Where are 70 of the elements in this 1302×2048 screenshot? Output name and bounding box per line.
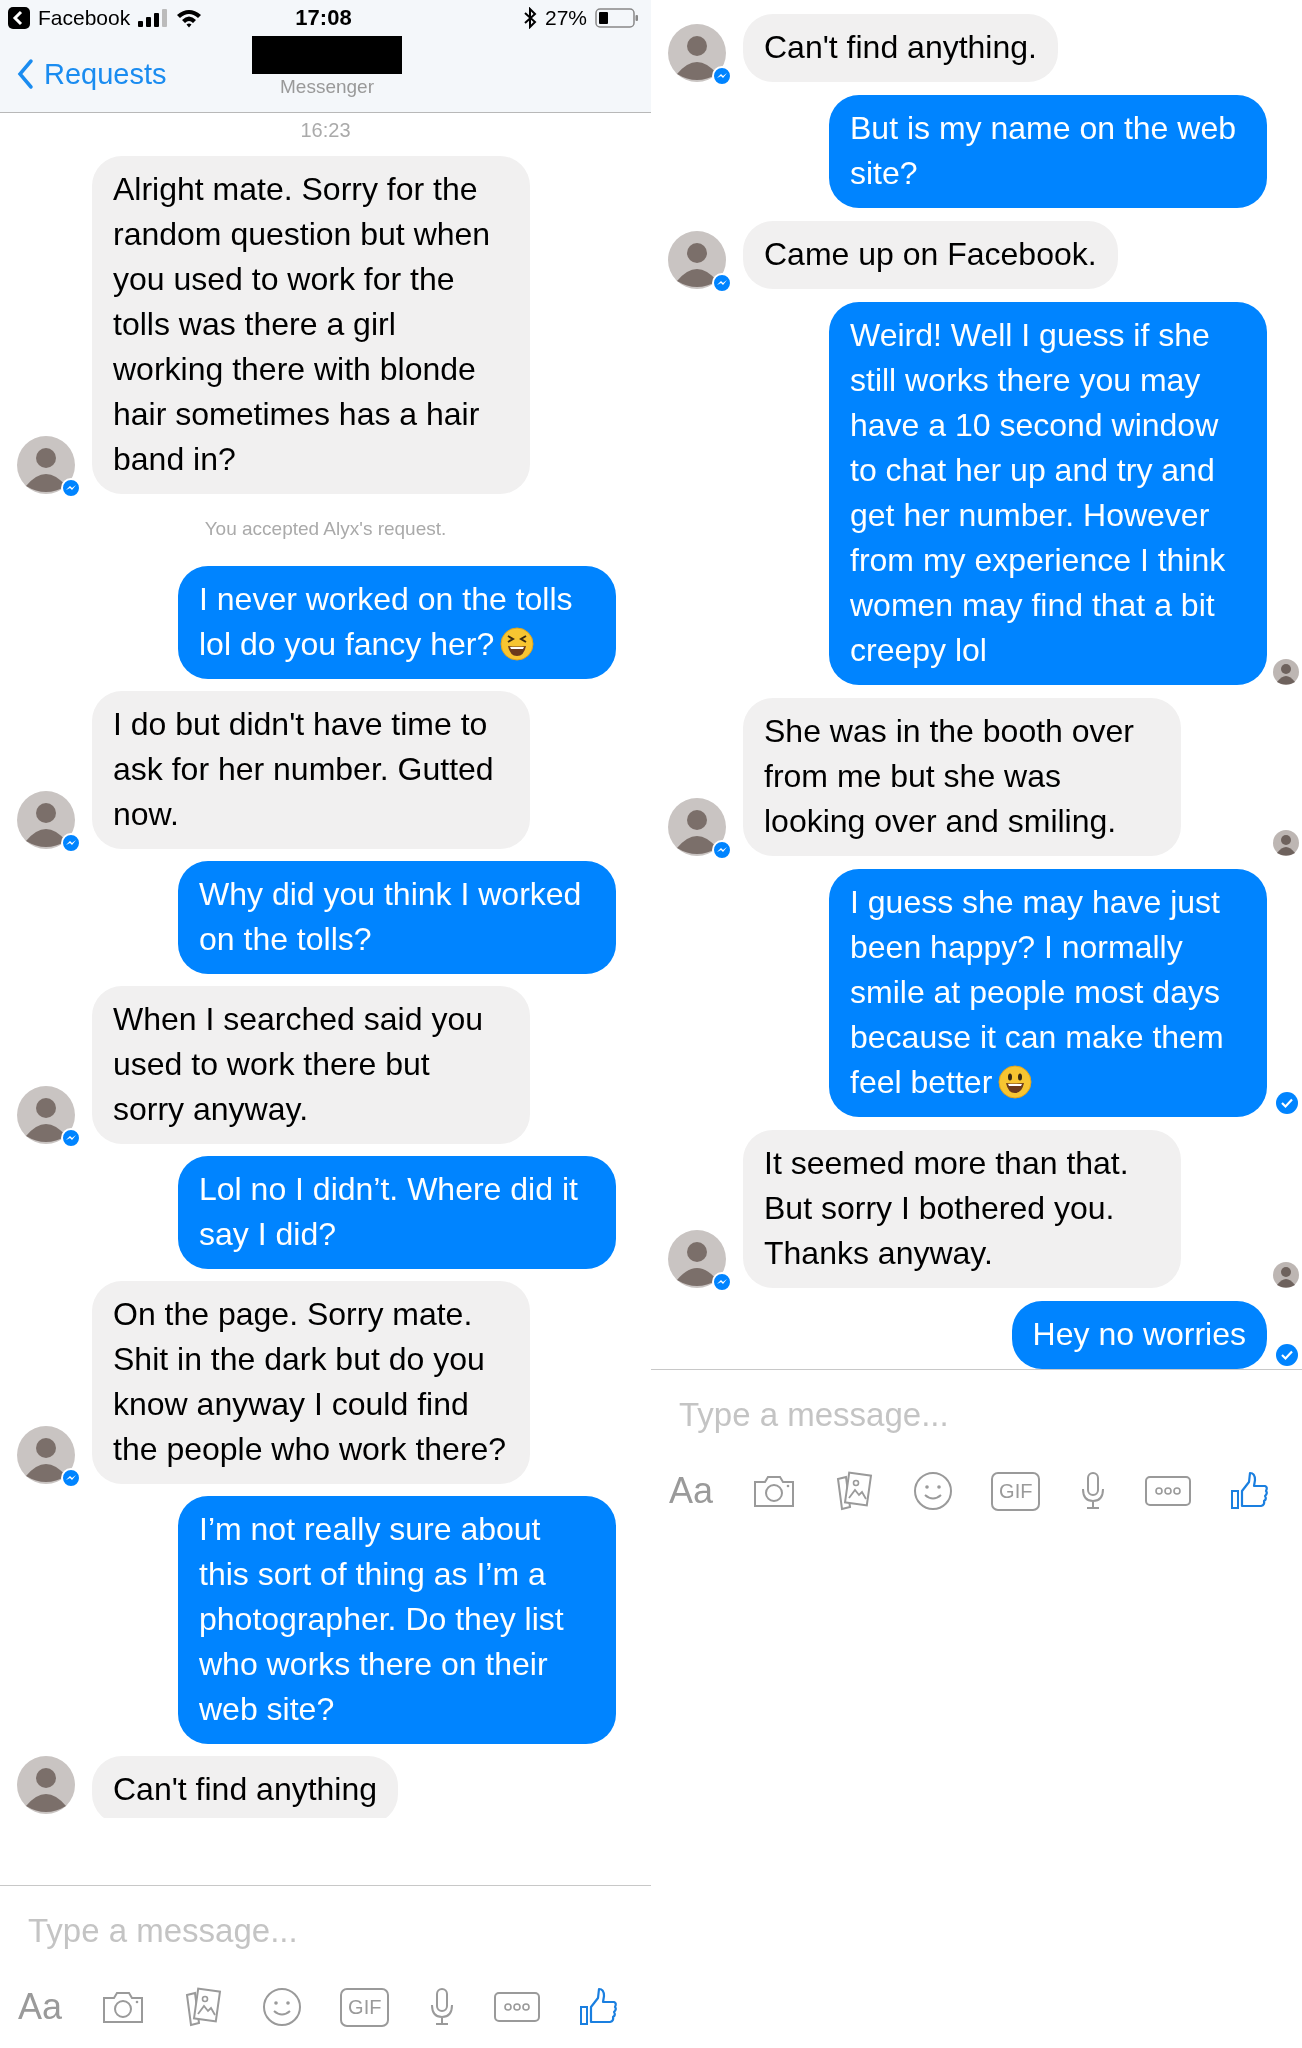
message-bubble: Why did you think I worked on the tolls? [178,861,616,974]
message-bubble: But is my name on the web site? [829,95,1267,208]
message-bubble: Came up on Facebook. [743,221,1118,289]
more-icon[interactable] [494,1992,541,2022]
avatar[interactable] [668,231,726,289]
message-bubble: Alright mate. Sorry for the random question but when you used to work for the tolls was there a girl working there with blonde hair sometimes has a hair band in? [92,156,530,494]
seen-avatar [1273,659,1299,685]
message-bubble: I do but didn't have time to ask for her number. Gutted now. [92,691,530,849]
thumbs-up-icon[interactable] [579,1987,619,2027]
system-notice: You accepted Alyx's request. [204,518,447,540]
chevron-icon [16,58,34,90]
delivered-check-icon [1275,1091,1299,1115]
seen-avatar [1273,1262,1299,1288]
delivered-check-icon [1275,1343,1299,1367]
nav-subtitle: Messenger [280,76,374,98]
messenger-badge-icon [712,840,732,860]
signal-icon [138,9,169,27]
avatar[interactable] [668,1230,726,1288]
thumbs-up-icon[interactable] [1230,1471,1270,1511]
messenger-badge-icon [61,833,81,853]
seen-avatar [1273,830,1299,856]
bluetooth-icon [522,7,537,29]
avatar[interactable] [668,798,726,856]
avatar[interactable] [17,1756,75,1814]
avatar[interactable] [17,791,75,849]
message-bubble: Lol no I didn’t. Where did it say I did? [178,1156,616,1269]
message-bubble: Can't find anything [92,1756,399,1818]
message-input[interactable]: Type a message... [0,1904,651,1958]
messenger-badge-icon [712,1272,732,1292]
message-bubble: It seemed more than that. But sorry I bothered you. Thanks anyway. [743,1130,1181,1288]
clock-time: 17:08 [295,5,352,31]
gif-button[interactable]: GIF [991,1471,1041,1511]
gallery-icon[interactable] [183,1987,224,2027]
text-format-button[interactable]: Aa [669,1470,714,1512]
messenger-badge-icon [712,273,732,293]
emoji-icon[interactable] [261,1987,302,2027]
camera-icon[interactable] [100,1989,145,2025]
messenger-badge-icon [712,66,732,86]
avatar[interactable] [17,1426,75,1484]
back-app-icon[interactable] [8,7,30,29]
message-bubble: I guess she may have just been happy? I normally smile at people most days because it can make them feel better [829,869,1267,1117]
message-bubble: I’m not really sure about this sort of thing as I’m a photographer. Do they list who works there on their web site? [178,1496,616,1744]
message-bubble: On the page. Sorry mate. Shit in the dark but do you know anyway I could find the people who work there? [92,1281,530,1484]
avatar[interactable] [668,24,726,82]
messenger-badge-icon [61,1128,81,1148]
wifi-icon [176,8,203,28]
text-format-button[interactable]: Aa [18,1986,63,2028]
smiley-emoji-icon [998,1065,1033,1099]
gif-button[interactable]: GIF [340,1987,390,2027]
gallery-icon[interactable] [834,1471,875,1511]
emoji-icon[interactable] [912,1471,953,1511]
avatar[interactable] [17,436,75,494]
message-bubble: Hey no worries [1011,1301,1267,1369]
message-bubble: Weird! Well I guess if she still works there you may have a 10 second window to chat her up and try and get her number. However from my experience I think women may find that a bit creepy lol [829,302,1267,685]
message-bubble: I never worked on the tolls lol do you fancy her? [178,566,616,679]
camera-icon[interactable] [751,1473,796,1509]
message-input[interactable]: Type a message... [651,1388,1302,1442]
messenger-badge-icon [61,1468,81,1488]
laughing-emoji-icon [500,627,535,661]
battery-icon [595,8,639,28]
back-button[interactable]: Requests [0,57,167,91]
back-app-label[interactable]: Facebook [38,6,131,30]
avatar[interactable] [17,1086,75,1144]
message-bubble: She was in the booth over from me but she was looking over and smiling. [743,698,1181,856]
more-icon[interactable] [1145,1476,1192,1506]
messenger-badge-icon [61,478,81,498]
message-bubble: When I searched said you used to work there but sorry anyway. [92,986,530,1144]
message-bubble: Can't find anything. [743,14,1058,82]
timestamp: 16:23 [300,119,351,142]
battery-percent: 27% [544,6,587,30]
